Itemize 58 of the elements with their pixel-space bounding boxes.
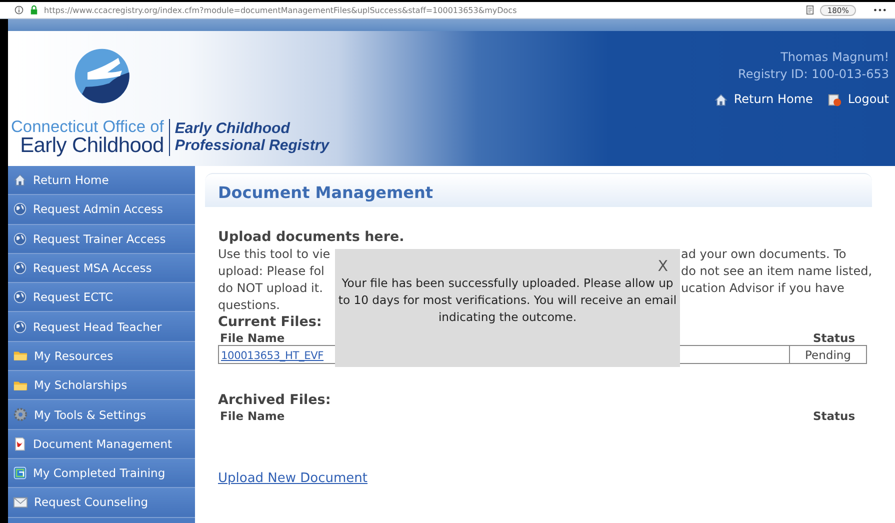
logout-link[interactable]: Logout	[826, 91, 889, 108]
gear-icon	[13, 407, 28, 422]
logout-icon	[826, 92, 842, 107]
user-greeting: Thomas Magnum!	[780, 49, 889, 66]
intro-text: Use this tool to vie	[218, 246, 331, 263]
globe-icon	[13, 320, 27, 334]
globe-icon	[13, 202, 27, 216]
sidebar-item[interactable]: Document Management	[8, 430, 195, 459]
sidebar-item[interactable]: Request Trainer Access	[8, 224, 195, 254]
organization-name: Early Childhood	[20, 135, 164, 156]
intro-text: upload: Please fol	[218, 263, 326, 280]
status-cell: Pending	[790, 346, 866, 364]
registry-name: Professional Registry	[174, 137, 330, 154]
sidebar-item[interactable]: Request Head Teacher	[8, 312, 195, 342]
home-link[interactable]: Return Home	[714, 91, 813, 108]
reader-view-icon	[805, 5, 816, 15]
sidebar-item[interactable]: My Scholarships	[8, 371, 195, 400]
section-heading: Upload documents here.	[218, 229, 404, 246]
globe-icon	[13, 232, 27, 246]
dialog-message: Your file has been successfully uploaded. Please allow up to 10 days for most verifications. You will receive an email indicating the outcome.	[337, 275, 678, 326]
intro-text: ucation Advisor if you have	[681, 280, 846, 297]
sidebar-item[interactable]: Return Home	[8, 166, 195, 196]
sidebar-item[interactable]: My Tools & Settings	[8, 400, 195, 430]
lock-icon	[29, 5, 39, 15]
sidebar-item[interactable]: My Completed Training	[8, 458, 195, 488]
intro-text: questions.	[218, 297, 281, 314]
home-icon	[714, 92, 728, 106]
column-header: File Name	[220, 331, 285, 345]
window-icon	[13, 466, 27, 480]
registry-name: Early Childhood	[174, 120, 292, 138]
intro-text: do not see an item name listed,	[681, 263, 872, 280]
intro-text: ad your own documents. To	[681, 246, 848, 263]
upload-link[interactable]: Upload New Document	[218, 471, 368, 486]
column-header: File Name	[220, 409, 285, 423]
page-title: Document Management	[205, 173, 872, 207]
menu-button[interactable]: •••	[872, 6, 887, 14]
column-header: Status	[812, 409, 856, 423]
globe-icon	[13, 261, 27, 276]
intro-text: do NOT upload it.	[218, 280, 324, 297]
sidebar-item[interactable]: Request MSA Access	[8, 254, 195, 284]
close-button[interactable]: X	[658, 258, 668, 275]
globe-icon	[13, 290, 27, 304]
pdf-document-icon	[13, 436, 27, 451]
sidebar-item[interactable]: My Resources	[8, 342, 195, 372]
sidebar-item[interactable]: Request Counseling	[8, 488, 195, 518]
sidebar-item[interactable]: Request ECTC	[8, 283, 195, 312]
column-header: Status	[812, 331, 856, 345]
hands-logo-icon	[73, 46, 131, 104]
section-heading: Current Files:	[218, 314, 322, 331]
address-bar[interactable]: https://www.ccacregistry.org/index.cfm?module=documentManagementFiles&uplSuccess&staff=100013653&myDocs	[44, 6, 800, 14]
file-link[interactable]: 100013653_HT_EVF	[221, 350, 324, 362]
registry-id: Registry ID: 100-013-653	[738, 66, 889, 83]
sidebar-item[interactable]: Request Admin Access	[8, 195, 195, 225]
envelope-icon	[13, 494, 28, 510]
section-heading: Archived Files:	[218, 392, 331, 409]
home-icon	[13, 173, 27, 188]
organization-name: Connecticut Office of	[11, 118, 164, 135]
info-icon	[14, 5, 24, 15]
